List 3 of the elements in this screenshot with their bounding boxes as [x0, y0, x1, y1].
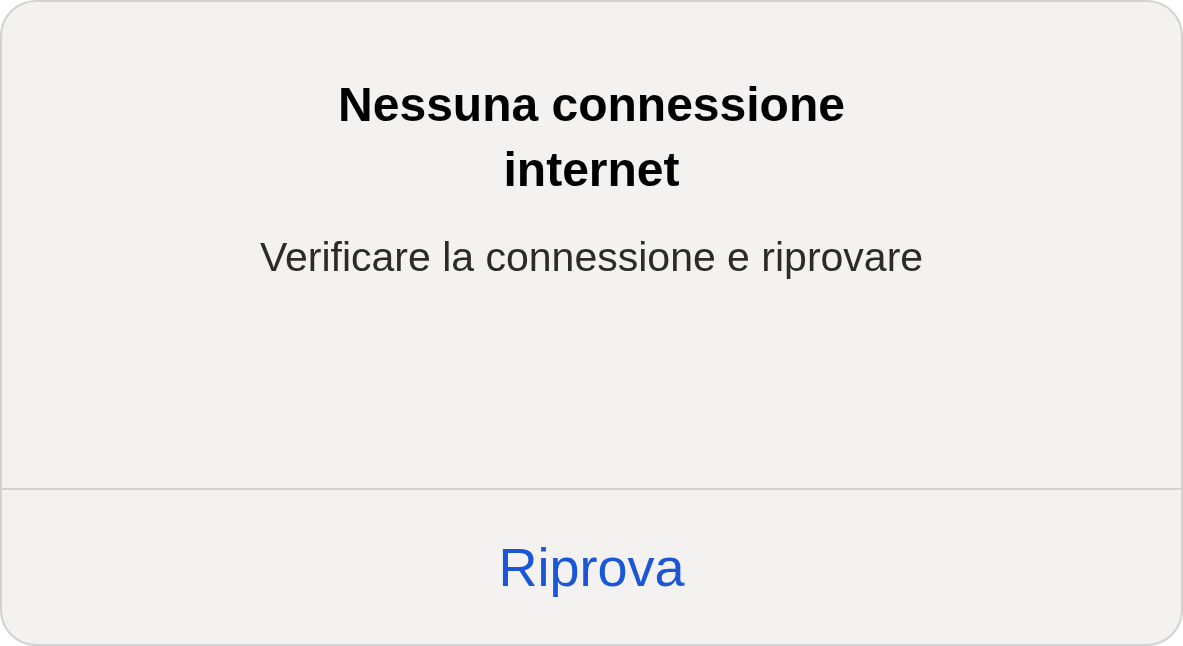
dialog-message: Verificare la connessione e riprovare	[259, 233, 924, 282]
retry-button[interactable]: Riprova	[482, 535, 701, 599]
dialog-title: Nessuna connessione internet	[337, 77, 846, 198]
